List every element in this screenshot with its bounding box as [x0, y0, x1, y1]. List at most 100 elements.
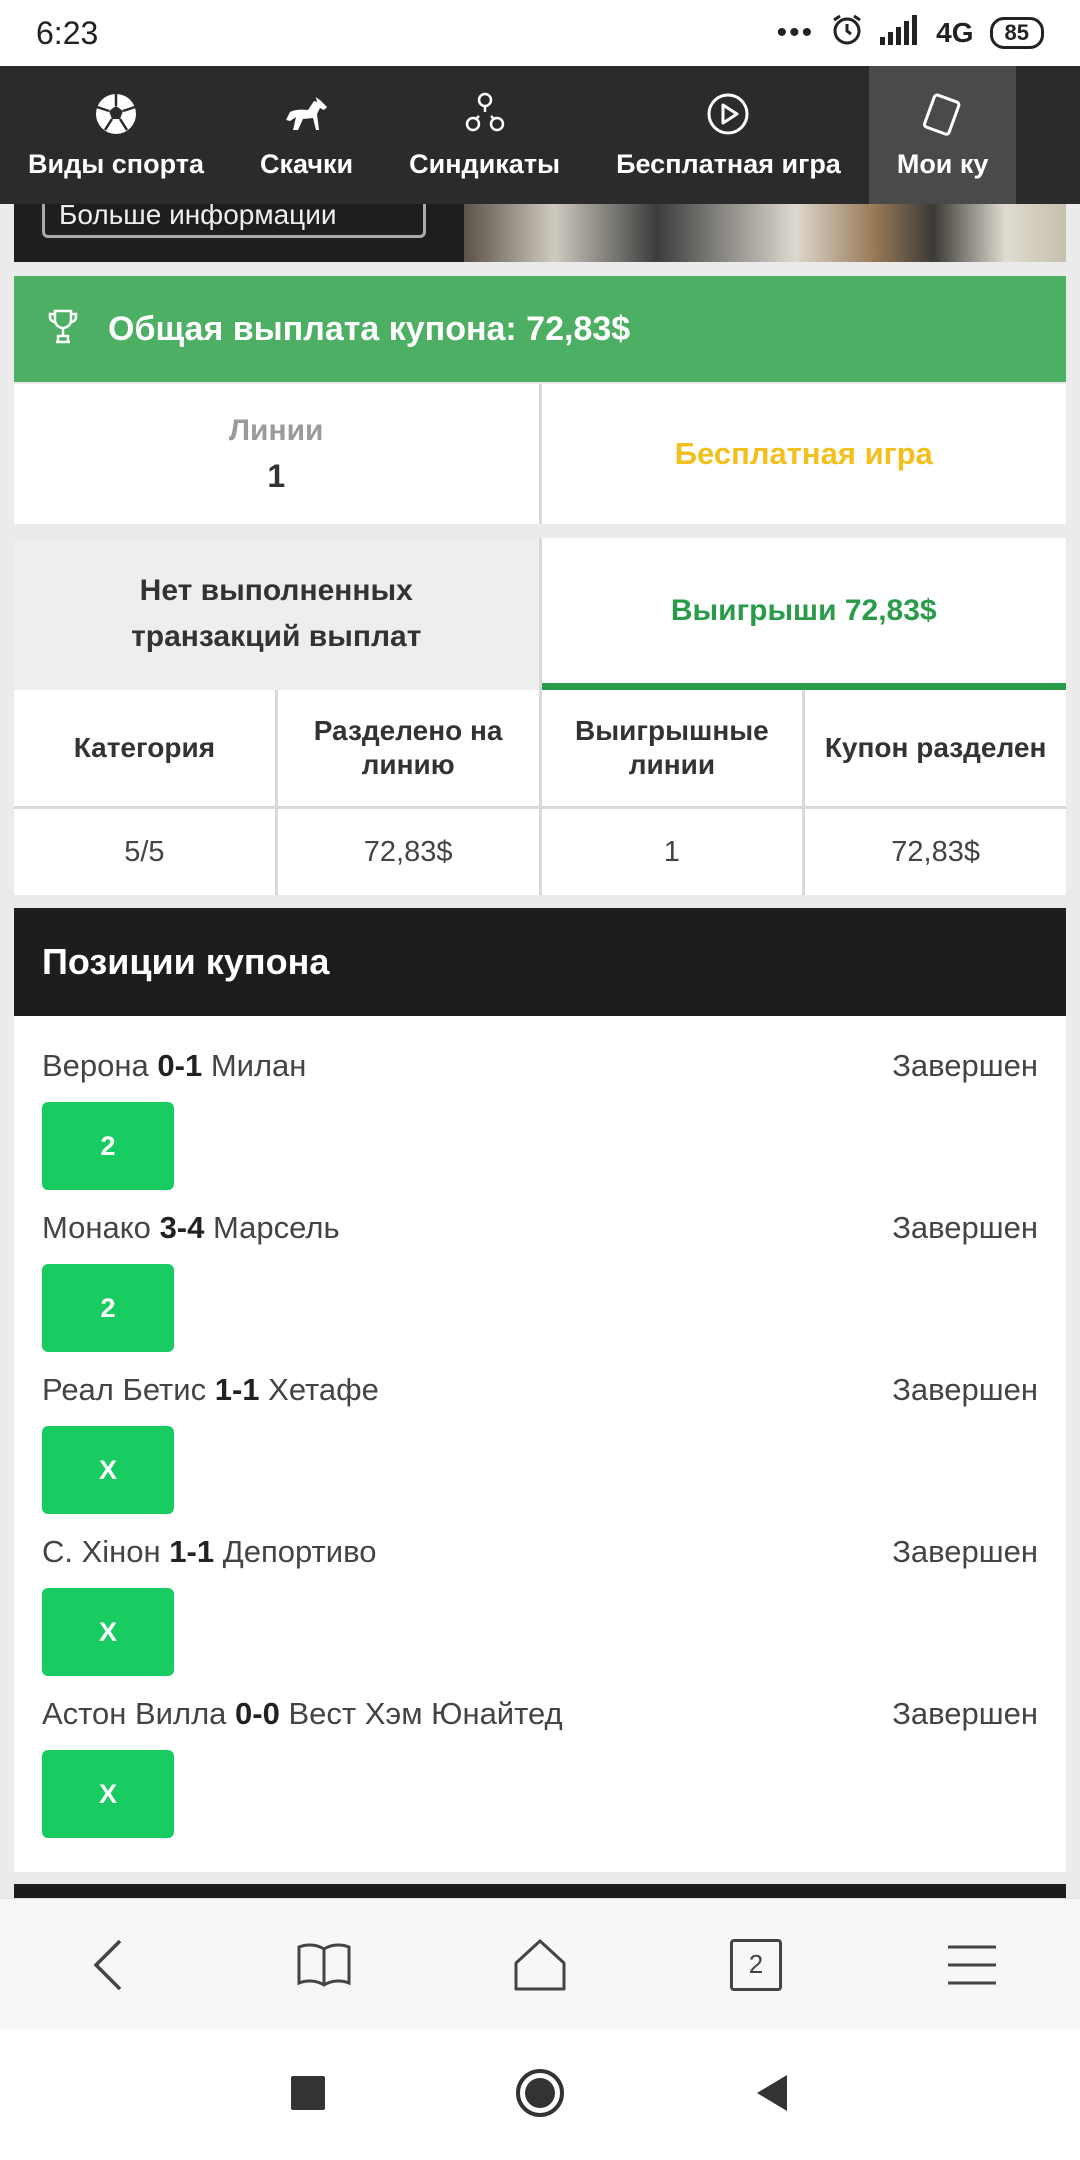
- tab-no-transactions[interactable]: Нет выполненных транзакций выплат: [14, 538, 539, 690]
- home-team: Верона: [42, 1048, 149, 1083]
- list-item: Реал Бетис 1-1 Хетафе Завершен X: [14, 1372, 1066, 1534]
- table-cell: 72,83$: [277, 809, 539, 895]
- nav-label: Скачки: [260, 148, 354, 179]
- pick-badge: 2: [42, 1102, 174, 1190]
- list-item: Астон Вилла 0-0 Вест Хэм Юнайтед Заверше…: [14, 1696, 1066, 1858]
- match-status: Завершен: [892, 1696, 1038, 1731]
- nav-label: Мои ку: [896, 148, 989, 179]
- total-payout-banner: Общая выплата купона: 72,83$: [14, 276, 1066, 382]
- recent-apps-button[interactable]: [291, 2075, 325, 2115]
- match-score: 1-1: [169, 1534, 215, 1569]
- network-type: 4G: [936, 17, 974, 48]
- winnings-table: Категория Разделено на линию Выигрышные …: [14, 690, 1066, 895]
- tabs-count-icon: 2: [730, 1938, 782, 1991]
- away-team: Вест Хэм Юнайтед: [288, 1696, 563, 1731]
- match-score: 1-1: [214, 1372, 260, 1407]
- system-back-button[interactable]: [755, 2074, 789, 2117]
- circle-icon: [516, 2068, 564, 2117]
- nav-item-horse-racing[interactable]: Скачки: [232, 66, 381, 204]
- status-icons: ••• 4G 85: [777, 13, 1044, 54]
- column-header: Категория: [14, 690, 275, 806]
- match-line: С. Хiнон 1-1 Депортиво: [42, 1534, 1038, 1570]
- nav-label: Синдикаты: [409, 148, 561, 179]
- match-line: Реал Бетис 1-1 Хетафе: [42, 1372, 1038, 1408]
- system-home-button[interactable]: [515, 2068, 565, 2123]
- tabs-count: 2: [748, 1949, 764, 1979]
- lines-label: Линии: [229, 413, 324, 447]
- away-team: Депортиво: [222, 1534, 377, 1569]
- triangle-back-icon: [757, 2074, 787, 2111]
- away-team: Милан: [210, 1048, 307, 1083]
- coupon-summary: Линии 1 Бесплатная игра: [14, 384, 1066, 524]
- column-header: Купон разделен: [805, 690, 1066, 806]
- away-team: Марсель: [213, 1210, 340, 1245]
- more-info-button[interactable]: Больше информации: [42, 204, 426, 238]
- home-button[interactable]: [480, 1915, 600, 2015]
- square-icon: [291, 2075, 325, 2110]
- top-navigation: Виды спорта Скачки Синдикаты Бесплатная …: [0, 66, 1080, 204]
- match-line: Верона 0-1 Милан: [42, 1048, 1038, 1084]
- table-cell: 1: [541, 809, 803, 895]
- coupon-positions-header: Позиции купона: [14, 908, 1066, 1016]
- match-status: Завершен: [892, 1048, 1038, 1083]
- table-header-row: Категория Разделено на линию Выигрышные …: [14, 690, 1066, 806]
- alarm-icon: [830, 13, 864, 54]
- nav-item-syndicates[interactable]: Синдикаты: [381, 66, 588, 204]
- away-team: Хетафе: [268, 1372, 379, 1407]
- battery-indicator: 85: [989, 17, 1044, 49]
- table-cell: 5/5: [14, 809, 275, 895]
- promo-banner: Больше информации: [14, 204, 1066, 262]
- hamburger-menu-icon: [948, 1945, 996, 1984]
- group-icon: [462, 91, 508, 137]
- back-button[interactable]: [48, 1915, 168, 2015]
- bookmarks-button[interactable]: [264, 1915, 384, 2015]
- nav-item-sports[interactable]: Виды спорта: [0, 66, 232, 204]
- coupon-icon: [920, 91, 966, 137]
- more-dots-icon: •••: [776, 16, 815, 49]
- tab-label: Нет выполненных транзакций выплат: [131, 574, 422, 653]
- match-score: 0-0: [235, 1696, 280, 1731]
- match-line: Монако 3-4 Марсель: [42, 1210, 1038, 1246]
- pick-badge: X: [42, 1426, 174, 1514]
- list-item: Верона 0-1 Милан Завершен 2: [14, 1048, 1066, 1210]
- payout-tabs: Нет выполненных транзакций выплат Выигры…: [14, 538, 1066, 690]
- system-navigation-bar: [0, 2030, 1080, 2160]
- tab-winnings[interactable]: Выигрыши 72,83$: [541, 538, 1066, 690]
- tabs-button[interactable]: 2: [696, 1915, 816, 2015]
- home-icon: [514, 1939, 566, 1990]
- pick-badge: X: [42, 1750, 174, 1838]
- nav-item-my-coupons[interactable]: Мои ку: [868, 66, 1017, 204]
- pick-badge: 2: [42, 1264, 174, 1352]
- free-game-label: Бесплатная игра: [674, 436, 933, 471]
- free-game-cell[interactable]: Бесплатная игра: [541, 384, 1066, 524]
- coupon-positions-list: Верона 0-1 Милан Завершен 2 Монако 3-4 М…: [14, 1016, 1066, 1872]
- nav-item-free-game[interactable]: Бесплатная игра: [588, 66, 869, 204]
- match-status: Завершен: [892, 1372, 1038, 1407]
- clock: 6:23: [36, 14, 99, 51]
- menu-button[interactable]: [912, 1915, 1032, 2015]
- horse-icon: [284, 91, 330, 137]
- table-cell: 72,83$: [805, 809, 1066, 895]
- match-score: 3-4: [159, 1210, 205, 1245]
- match-line: Астон Вилла 0-0 Вест Хэм Юнайтед: [42, 1696, 1038, 1732]
- home-team: Астон Вилла: [42, 1696, 227, 1731]
- lines-value: 1: [267, 457, 286, 494]
- signal-icon: [880, 14, 920, 52]
- status-bar: 6:23 ••• 4G 85: [0, 0, 1080, 66]
- book-icon: [297, 1942, 351, 1987]
- pick-badge: X: [42, 1588, 174, 1676]
- lines-cell: Линии 1: [14, 384, 539, 524]
- trophy-icon: [48, 308, 78, 351]
- match-score: 0-1: [157, 1048, 203, 1083]
- column-header: Разделено на линию: [277, 690, 539, 806]
- nav-label: Бесплатная игра: [616, 148, 841, 179]
- match-status: Завершен: [892, 1534, 1038, 1569]
- list-item: Монако 3-4 Марсель Завершен 2: [14, 1210, 1066, 1372]
- home-team: С. Хiнон: [42, 1534, 161, 1569]
- back-arrow-icon: [93, 1939, 122, 1990]
- list-item: С. Хiнон 1-1 Депортиво Завершен X: [14, 1534, 1066, 1696]
- browser-toolbar: 2: [0, 1898, 1080, 2030]
- nav-label: Виды спорта: [28, 148, 204, 179]
- play-icon: [705, 91, 751, 137]
- total-payout-title: Общая выплата купона: 72,83$: [108, 309, 631, 348]
